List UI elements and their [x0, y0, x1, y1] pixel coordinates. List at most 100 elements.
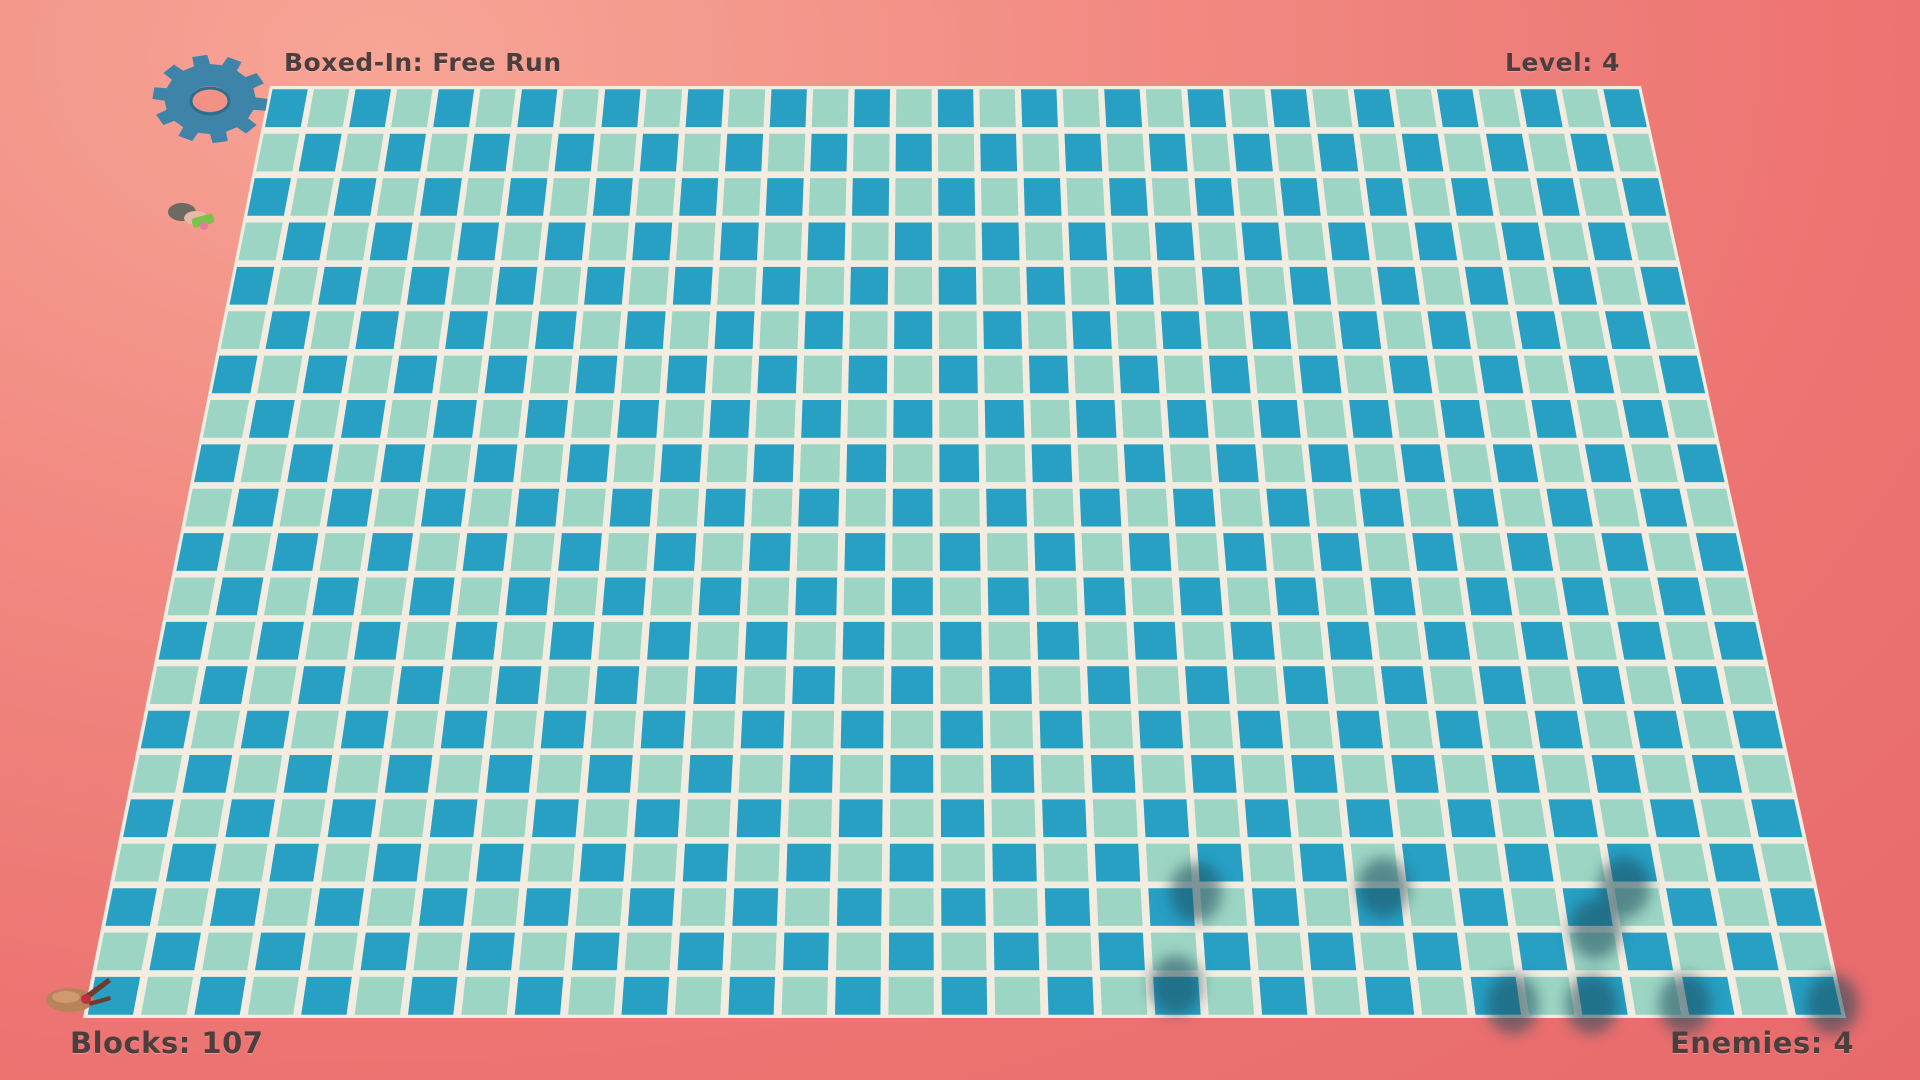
board-tile[interactable] [891, 621, 933, 660]
board-tile[interactable] [939, 355, 978, 394]
board-tile[interactable] [369, 222, 413, 261]
board-tile[interactable] [1131, 577, 1175, 616]
board-tile[interactable] [680, 888, 727, 926]
board-tile[interactable] [282, 222, 326, 261]
board-tile[interactable] [669, 311, 711, 349]
board-tile[interactable] [682, 133, 721, 172]
board-tile[interactable] [373, 488, 420, 527]
board-tile[interactable] [158, 621, 208, 660]
board-tile[interactable] [938, 222, 976, 261]
board-tile[interactable] [889, 799, 934, 838]
board-tile[interactable] [986, 488, 1027, 527]
board-tile[interactable] [176, 533, 224, 571]
board-tile[interactable] [763, 222, 803, 261]
board-tile[interactable] [1459, 533, 1506, 571]
board-tile[interactable] [1116, 311, 1157, 349]
board-tile[interactable] [1613, 355, 1660, 394]
board-tile[interactable] [215, 577, 264, 616]
board-tile[interactable] [714, 311, 755, 349]
board-tile[interactable] [730, 932, 777, 971]
board-tile[interactable] [248, 400, 295, 438]
board-tile[interactable] [1098, 932, 1145, 971]
board-tile[interactable] [938, 178, 976, 216]
board-tile[interactable] [838, 799, 883, 838]
board-tile[interactable] [1166, 400, 1209, 438]
board-tile[interactable] [515, 488, 560, 527]
board-tile[interactable] [980, 133, 1018, 172]
board-tile[interactable] [1568, 355, 1615, 394]
board-tile[interactable] [890, 710, 934, 749]
board-tile[interactable] [506, 178, 548, 216]
board-tile[interactable] [1649, 799, 1701, 838]
board-tile[interactable] [598, 621, 643, 660]
board-tile[interactable] [1248, 843, 1296, 882]
board-tile[interactable] [433, 89, 475, 128]
board-tile[interactable] [674, 976, 723, 1015]
board-tile[interactable] [1047, 976, 1094, 1015]
board-tile[interactable] [799, 444, 841, 483]
board-tile[interactable] [307, 89, 350, 128]
board-tile[interactable] [738, 755, 783, 793]
board-tile[interactable] [941, 843, 986, 882]
board-tile[interactable] [1266, 488, 1310, 527]
board-tile[interactable] [1280, 178, 1321, 216]
board-tile[interactable] [1465, 577, 1513, 616]
board-tile[interactable] [1094, 843, 1141, 882]
board-tile[interactable] [360, 577, 407, 616]
board-tile[interactable] [579, 843, 627, 882]
board-tile[interactable] [1262, 444, 1306, 483]
board-tile[interactable] [939, 533, 981, 571]
board-tile[interactable] [621, 976, 670, 1015]
board-tile[interactable] [1317, 533, 1363, 571]
board-tile[interactable] [1417, 976, 1468, 1015]
board-tile[interactable] [96, 932, 149, 971]
board-tile[interactable] [1308, 444, 1352, 483]
board-tile[interactable] [1198, 222, 1239, 261]
board-tile[interactable] [892, 488, 933, 527]
board-tile[interactable] [1133, 621, 1178, 660]
board-tile[interactable] [471, 888, 520, 926]
board-tile[interactable] [240, 710, 290, 749]
board-tile[interactable] [451, 266, 494, 305]
board-tile[interactable] [1591, 755, 1641, 793]
board-tile[interactable] [327, 799, 377, 838]
board-tile[interactable] [1508, 266, 1553, 305]
board-tile[interactable] [1501, 222, 1545, 261]
board-tile[interactable] [984, 400, 1025, 438]
board-tile[interactable] [757, 355, 798, 394]
board-tile[interactable] [1561, 577, 1609, 616]
board-tile[interactable] [334, 755, 383, 793]
board-tile[interactable] [190, 710, 240, 749]
board-tile[interactable] [790, 710, 835, 749]
board-tile[interactable] [634, 799, 681, 838]
board-tile[interactable] [846, 444, 887, 483]
board-tile[interactable] [839, 755, 884, 793]
board-tile[interactable] [1336, 710, 1384, 749]
board-tile[interactable] [851, 222, 889, 261]
board-tile[interactable] [426, 133, 468, 172]
board-tile[interactable] [1322, 178, 1364, 216]
board-tile[interactable] [1683, 710, 1733, 749]
board-tile[interactable] [983, 311, 1022, 349]
board-tile[interactable] [123, 799, 174, 838]
board-tile[interactable] [1593, 488, 1640, 527]
board-tile[interactable] [1435, 710, 1483, 749]
board-tile[interactable] [530, 355, 573, 394]
board-tile[interactable] [792, 666, 836, 704]
board-tile[interactable] [1584, 710, 1633, 749]
board-tile[interactable] [1087, 666, 1131, 704]
board-tile[interactable] [519, 932, 568, 971]
board-tile[interactable] [892, 533, 933, 571]
board-tile[interactable] [1274, 577, 1320, 616]
board-tile[interactable] [1412, 932, 1462, 971]
board-tile[interactable] [1194, 799, 1241, 838]
board-tile[interactable] [579, 311, 622, 349]
board-tile[interactable] [1205, 311, 1247, 349]
board-tile[interactable] [1485, 710, 1533, 749]
board-tile[interactable] [740, 710, 785, 749]
board-tile[interactable] [424, 843, 473, 882]
board-tile[interactable] [87, 976, 141, 1015]
board-tile[interactable] [940, 666, 983, 704]
board-tile[interactable] [1241, 222, 1283, 261]
board-tile[interactable] [1633, 710, 1683, 749]
